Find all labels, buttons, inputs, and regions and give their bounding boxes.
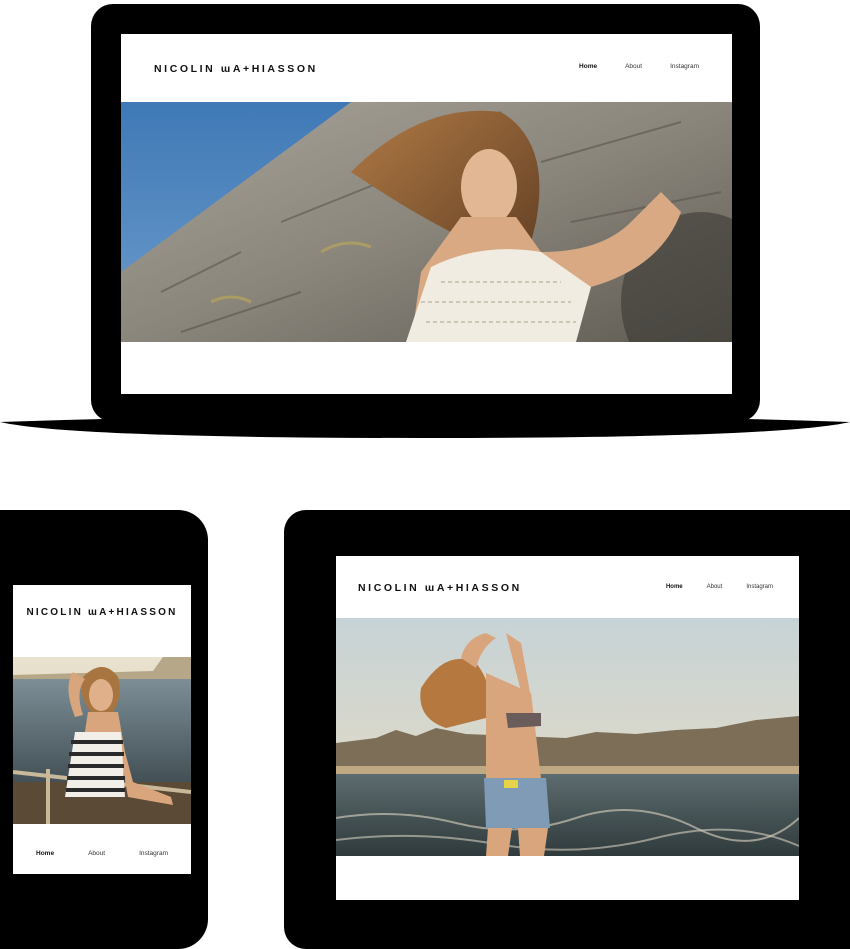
laptop-base <box>0 415 850 438</box>
nav-about-link[interactable]: About <box>88 850 105 857</box>
nav-instagram-link[interactable]: Instagram <box>746 584 773 590</box>
hero-image-beach-railing <box>13 657 191 824</box>
hero-image-surf <box>336 618 799 856</box>
site-logo[interactable]: NICOLIN ɯA+HIASSON <box>358 582 522 594</box>
site-nav: Home About Instagram <box>13 850 191 857</box>
nav-about-link[interactable]: About <box>707 584 723 590</box>
site-logo[interactable]: NICOLIN ɯA+HIASSON <box>154 63 318 75</box>
nav-instagram-link[interactable]: Instagram <box>139 850 168 857</box>
nav-home-link[interactable]: Home <box>36 850 54 857</box>
nav-home-link[interactable]: Home <box>579 63 597 70</box>
site-logo[interactable]: NICOLIN ɯA+HIASSON <box>13 607 191 618</box>
tablet-screen: NICOLIN ɯA+HIASSON Home About Instagram <box>336 556 799 900</box>
site-nav: Home About Instagram <box>642 584 773 590</box>
phone-screen: NICOLIN ɯA+HIASSON Home About Instagram <box>13 585 191 874</box>
nav-about-link[interactable]: About <box>625 63 642 70</box>
nav-home-link[interactable]: Home <box>666 584 683 590</box>
site-nav: Home About Instagram <box>551 63 699 70</box>
laptop-screen: NICOLIN ɯA+HIASSON Home About Instagram <box>121 34 732 394</box>
hero-image-rock-wall <box>121 102 732 342</box>
nav-instagram-link[interactable]: Instagram <box>670 63 699 70</box>
